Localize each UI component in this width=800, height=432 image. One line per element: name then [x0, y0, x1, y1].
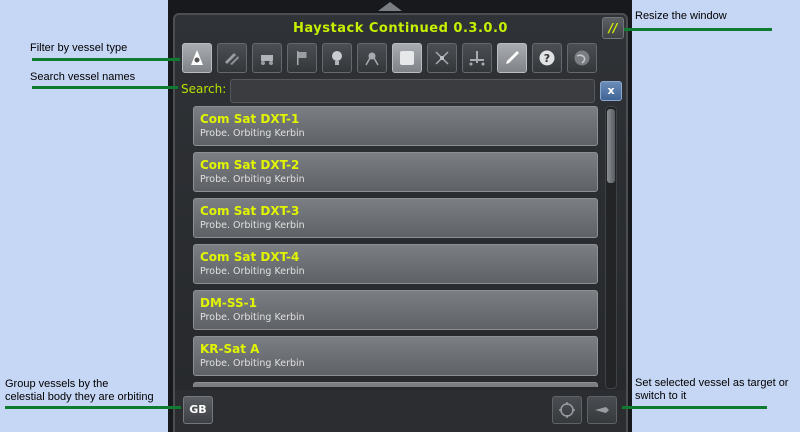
filter-lander-button[interactable]: [357, 43, 387, 73]
vessel-list-item[interactable]: Com Sat DXT-3 Probe. Orbiting Kerbin: [193, 198, 598, 238]
vessel-info: Probe. Orbiting Kerbin: [200, 312, 305, 323]
vessel-name: Com Sat DXT-2: [200, 158, 300, 172]
vessel-list-item[interactable]: Com Sat DXT-1 Probe. Orbiting Kerbin: [193, 106, 598, 146]
filter-debris-button[interactable]: [217, 43, 247, 73]
filter-probe-button[interactable]: [392, 43, 422, 73]
annotation-target-line1: Set selected vessel as target or: [635, 377, 789, 389]
vessel-name: Com Sat DXT-1: [200, 112, 300, 126]
kerbal-icon: [332, 51, 342, 65]
vessel-list-item[interactable]: DM-SS-1 Probe. Orbiting Kerbin: [193, 290, 598, 330]
annotation-group-line2: celestial body they are orbiting: [5, 391, 154, 403]
haystack-window: Haystack Continued 0.3.0.0 // ? Search: …: [173, 13, 628, 432]
vessel-list-item[interactable]: KR-Sat A Probe. Orbiting Kerbin: [193, 336, 598, 376]
filter-eva-button[interactable]: [322, 43, 352, 73]
question-icon: ?: [539, 50, 555, 66]
ship-icon: [506, 51, 519, 64]
vessel-type-filter-bar: ?: [182, 43, 597, 73]
base-icon: [191, 50, 203, 65]
rover-icon: [261, 55, 273, 65]
vessel-info: Probe. Orbiting Kerbin: [200, 266, 305, 277]
vessel-list-scrollbar[interactable]: [605, 106, 617, 389]
vessel-name: KR-Sat A: [200, 342, 260, 356]
vessel-info: Probe. Orbiting Kerbin: [200, 220, 305, 231]
filter-relay-button[interactable]: [427, 43, 457, 73]
resize-button[interactable]: //: [602, 17, 624, 39]
probe-icon: [400, 51, 414, 65]
set-target-button[interactable]: [552, 396, 582, 424]
station-icon: [469, 51, 485, 66]
switch-vessel-icon: [595, 407, 609, 413]
annotation-filter: Filter by vessel type: [30, 42, 128, 54]
vessel-list-item[interactable]: Com Sat DXT-2 Probe. Orbiting Kerbin: [193, 152, 598, 192]
search-input[interactable]: [230, 79, 595, 103]
relay-icon: [435, 51, 449, 65]
filter-planet-button[interactable]: [567, 43, 597, 73]
lander-icon: [365, 52, 379, 66]
annotation-group-line: [5, 406, 181, 409]
vessel-list-item[interactable]: Com Sat DXT-4 Probe. Orbiting Kerbin: [193, 244, 598, 284]
annotation-search: Search vessel names: [30, 71, 136, 83]
annotation-target-line2: switch to it: [635, 390, 687, 402]
annotation-search-line: [32, 86, 178, 89]
annotation-resize-line: [624, 28, 772, 31]
filter-station-button[interactable]: [462, 43, 492, 73]
flag-icon: [297, 51, 307, 65]
annotation-target-line: [622, 406, 767, 409]
debris-icon: [225, 53, 239, 65]
vessel-name: Com Sat DXT-3: [200, 204, 300, 218]
scrollbar-thumb[interactable]: [607, 109, 615, 183]
vessel-name: DM-SS-1: [200, 296, 257, 310]
clear-search-button[interactable]: x: [600, 81, 622, 101]
vessel-info: Probe. Orbiting Kerbin: [200, 358, 305, 369]
filter-unknown-button[interactable]: ?: [532, 43, 562, 73]
filter-rover-button[interactable]: [252, 43, 282, 73]
vessel-list-item[interactable]: [193, 382, 598, 387]
filter-base-button[interactable]: [182, 43, 212, 73]
window-title: Haystack Continued 0.3.0.0: [293, 21, 508, 36]
filter-flag-button[interactable]: [287, 43, 317, 73]
vessel-info: Probe. Orbiting Kerbin: [200, 128, 305, 139]
vessel-list: Com Sat DXT-1 Probe. Orbiting Kerbin Com…: [193, 106, 598, 387]
vessel-name: Com Sat DXT-4: [200, 250, 300, 264]
svg-text:?: ?: [544, 52, 550, 65]
annotation-filter-line: [32, 58, 180, 61]
planet-icon: [574, 50, 590, 66]
vessel-info: Probe. Orbiting Kerbin: [200, 174, 305, 185]
target-icon: [559, 402, 575, 418]
group-by-body-button[interactable]: GB: [183, 396, 213, 424]
annotation-group-line1: Group vessels by the: [5, 378, 109, 390]
annotation-resize: Resize the window: [635, 10, 727, 22]
search-label: Search:: [181, 82, 227, 96]
switch-to-vessel-button[interactable]: [587, 396, 617, 424]
filter-ship-button[interactable]: [497, 43, 527, 73]
window-tab-notch[interactable]: [378, 2, 402, 11]
